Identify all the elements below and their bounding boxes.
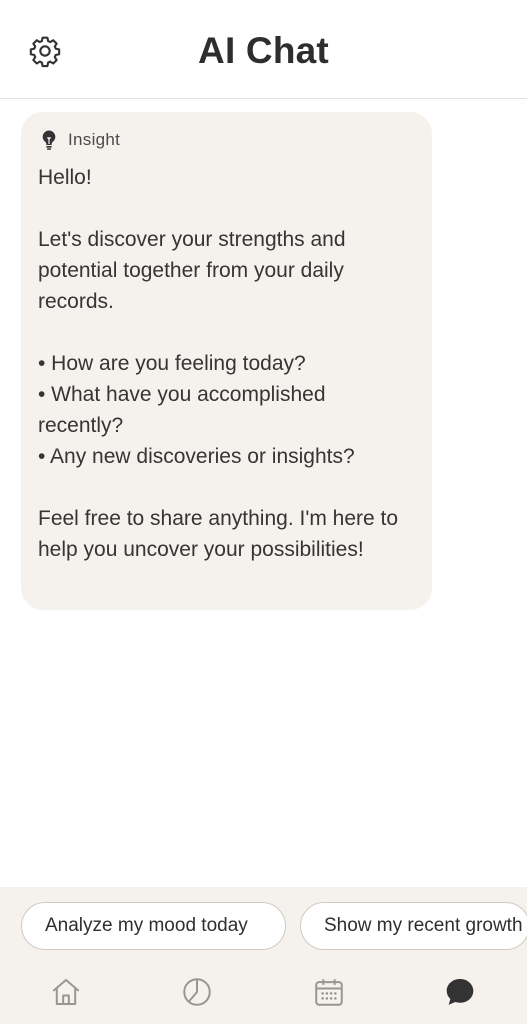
tab-calendar[interactable] [307, 972, 351, 1016]
chat-messages[interactable]: Insight Hello! Let's discover your stren… [0, 99, 527, 887]
suggestion-chip[interactable]: Show my recent growth [300, 902, 527, 950]
suggestion-chips[interactable]: Analyze my mood today Show my recent gro… [0, 902, 527, 950]
tab-stats[interactable] [175, 972, 219, 1016]
page-title: AI Chat [198, 30, 329, 71]
lightbulb-icon [38, 128, 60, 152]
bottom-panel: Analyze my mood today Show my recent gro… [0, 887, 527, 1024]
header: AI Chat [0, 0, 527, 99]
message-text: Hello! Let's discover your strengths and… [38, 166, 399, 561]
app-root: AI Chat Insight Hello! Let's discover yo… [0, 0, 527, 1024]
calendar-icon [312, 975, 346, 1014]
tab-home[interactable] [44, 972, 88, 1016]
home-icon [49, 975, 83, 1014]
pie-chart-icon [180, 975, 214, 1014]
tab-bar [0, 967, 527, 1024]
suggestion-chip[interactable]: Analyze my mood today [21, 902, 286, 950]
message-tag: Insight [38, 128, 414, 152]
chat-bubble-icon [443, 975, 477, 1014]
tab-chat[interactable] [438, 972, 482, 1016]
message-tag-label: Insight [68, 130, 121, 149]
ai-message-bubble: Insight Hello! Let's discover your stren… [21, 112, 432, 610]
